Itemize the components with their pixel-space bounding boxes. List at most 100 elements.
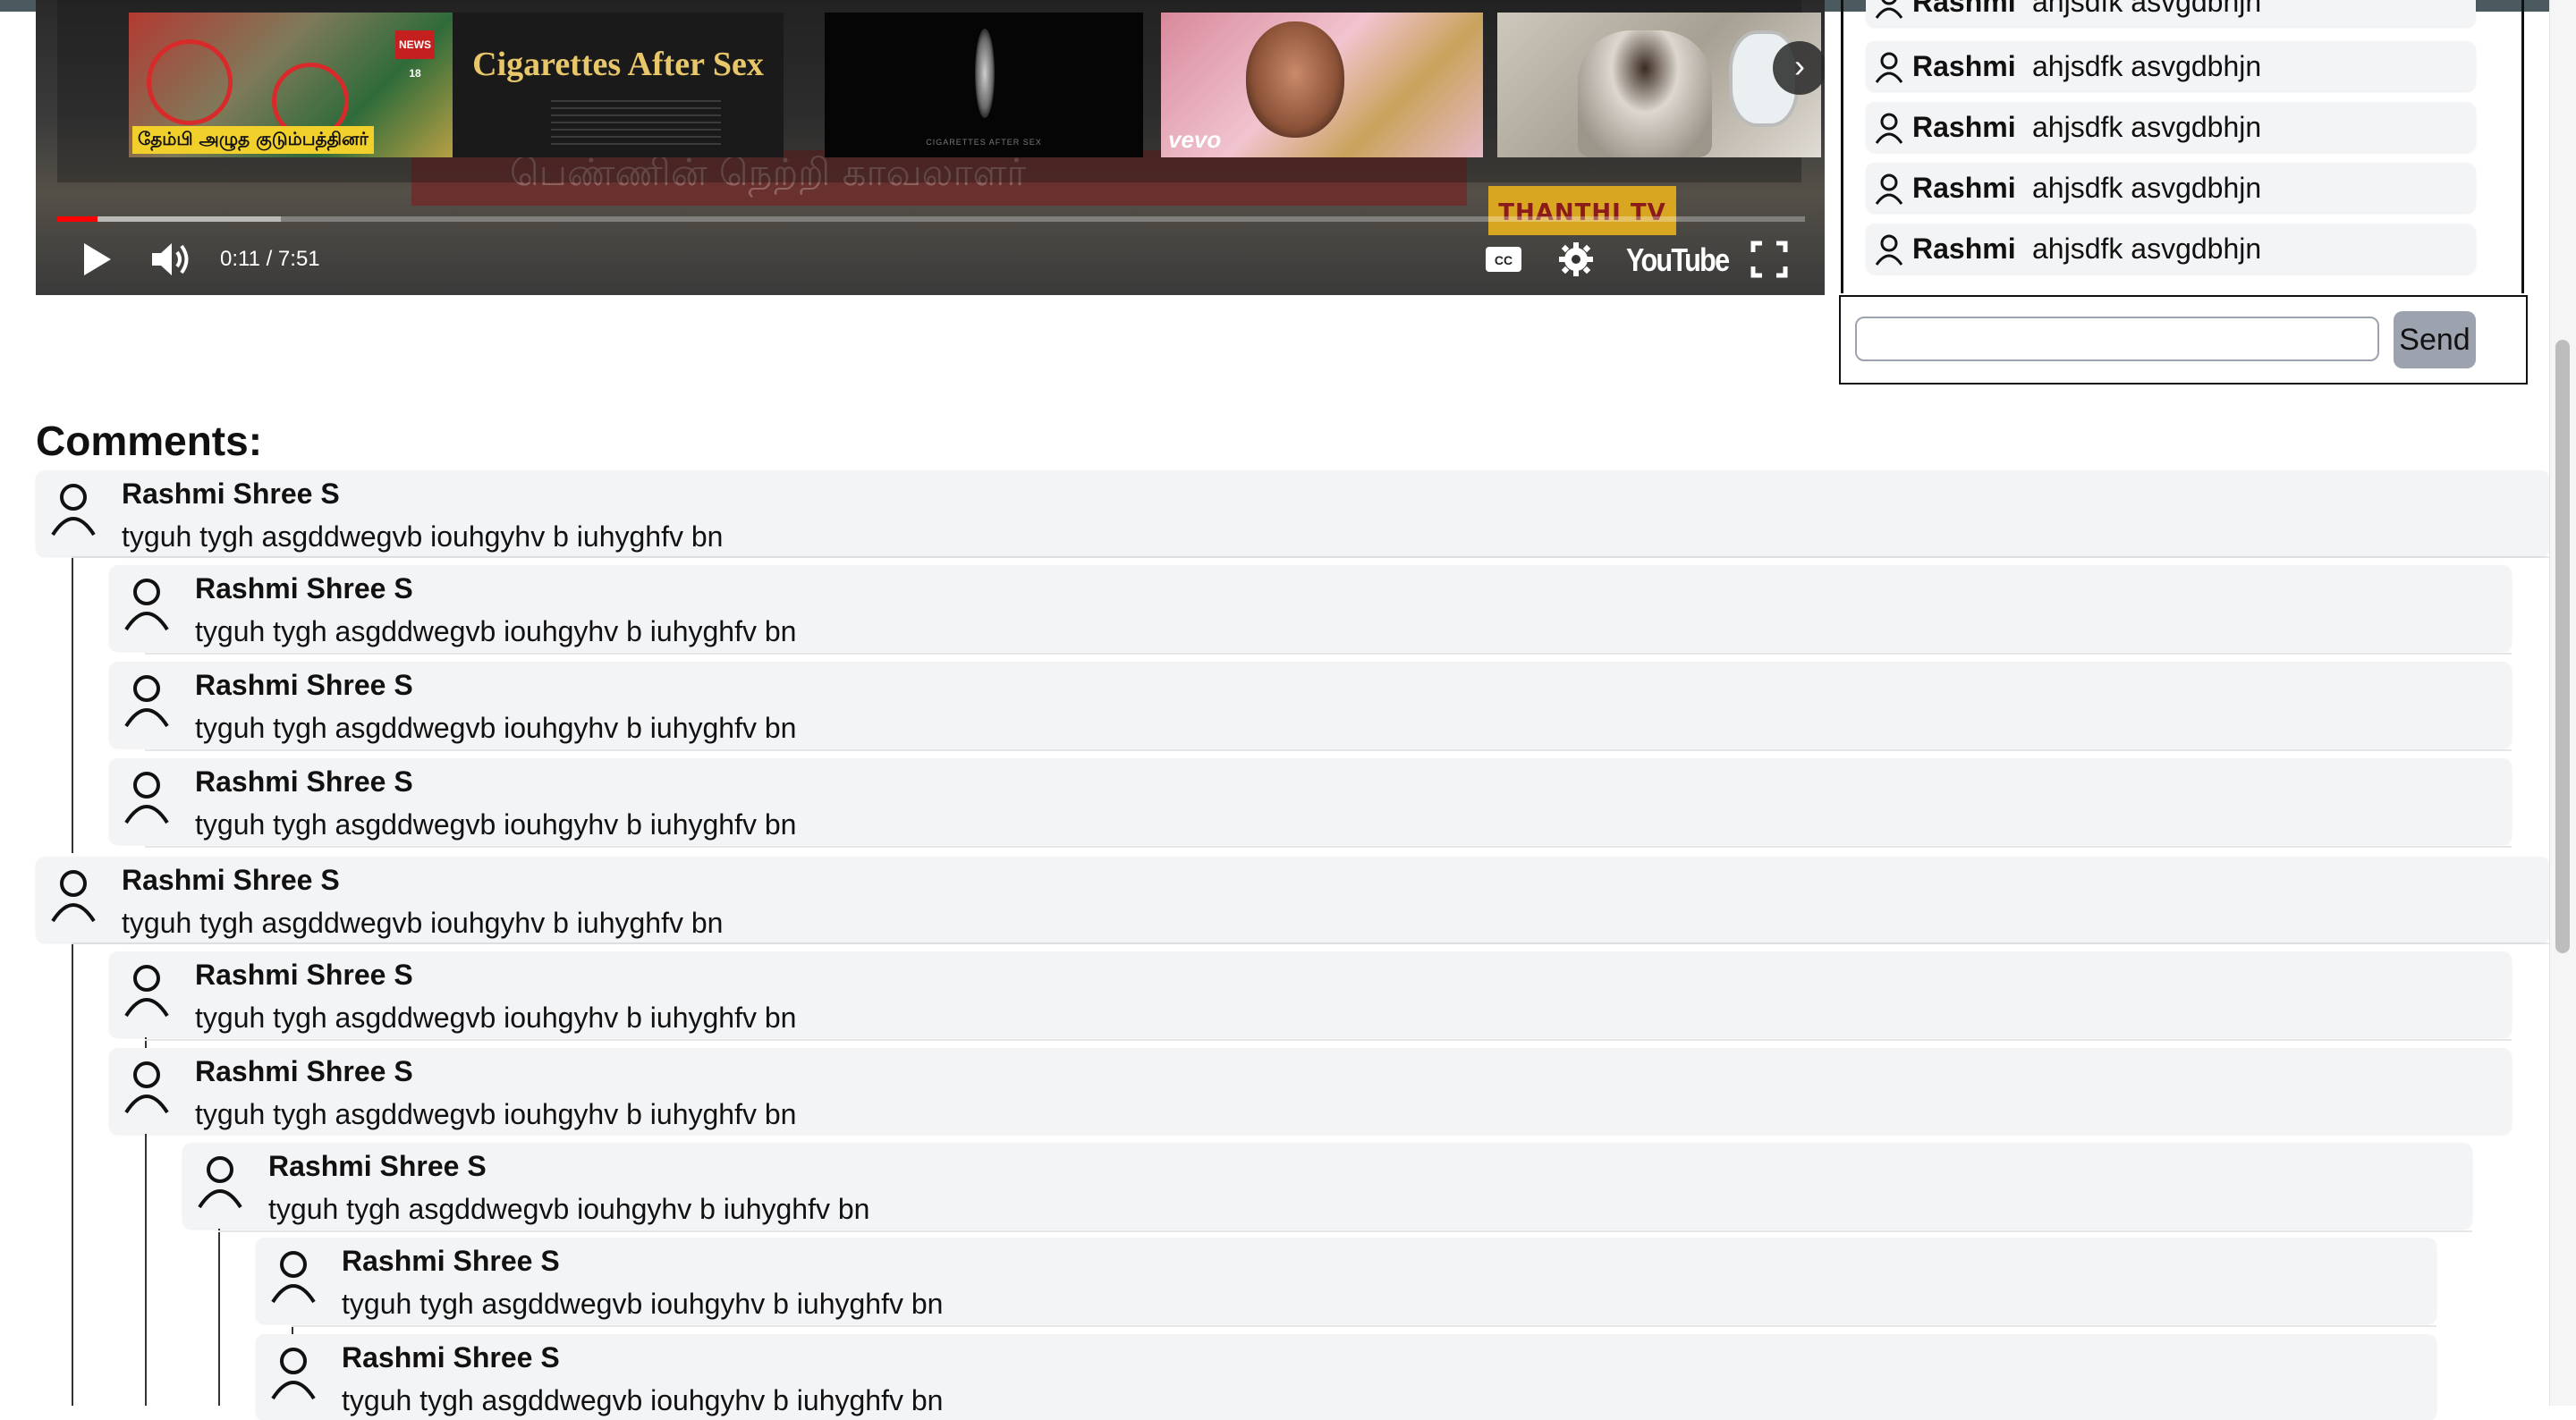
- user-icon: [271, 1251, 316, 1304]
- youtube-logo[interactable]: YouTube: [1626, 241, 1730, 279]
- comment-reply: Rashmi Shree S tyguh tygh asgddwegvb iou…: [256, 1238, 2436, 1323]
- channel-badge: THANTHI TV: [1488, 186, 1676, 235]
- comment-author: Rashmi Shree S: [195, 765, 413, 798]
- comment-text: tyguh tygh asgddwegvb iouhgyhv b iuhyghf…: [122, 907, 724, 939]
- chat-message: Rashmi ahjsdfk asvgdbhjn: [1866, 224, 2476, 274]
- chat-text: ahjsdfk asvgdbhjn: [2032, 50, 2262, 82]
- comment-reply: Rashmi Shree S tyguh tygh asgddwegvb iou…: [182, 1143, 2472, 1229]
- comment-text: tyguh tygh asgddwegvb iouhgyhv b iuhyghf…: [195, 712, 797, 744]
- endscreen-suggestions: NEWS 18 தேம்பி அழுத குடும்பத்தினர் Cigar…: [57, 0, 1821, 182]
- comment-item: Rashmi Shree S tyguh tygh asgddwegvb iou…: [36, 470, 2549, 556]
- comment-author: Rashmi Shree S: [195, 959, 413, 991]
- thread-divider: [72, 942, 2549, 944]
- progress-played: [57, 216, 97, 222]
- scrollbar-thumb[interactable]: [2555, 340, 2570, 953]
- comment-reply: Rashmi Shree S tyguh tygh asgddwegvb iou…: [109, 758, 2512, 844]
- thread-divider: [72, 556, 2549, 558]
- comment-reply: Rashmi Shree S tyguh tygh asgddwegvb iou…: [109, 662, 2512, 748]
- comment-text: tyguh tygh asgddwegvb iouhgyhv b iuhyghf…: [122, 520, 724, 553]
- chat-message: Rashmi ahjsdfk asvgdbhjn: [1866, 163, 2476, 213]
- thread-divider: [145, 846, 2512, 848]
- user-icon: [124, 965, 169, 1018]
- chat-username: Rashmi: [1912, 111, 2016, 143]
- comment-text: tyguh tygh asgddwegvb iouhgyhv b iuhyghf…: [268, 1193, 870, 1225]
- chat-text: ahjsdfk asvgdbhjn: [2032, 0, 2262, 18]
- chat-username: Rashmi: [1912, 50, 2016, 82]
- volume-icon[interactable]: [150, 240, 195, 279]
- comment-author: Rashmi Shree S: [342, 1245, 560, 1277]
- chat-message: Rashmi ahjsdfk asvgdbhjn: [1866, 41, 2476, 91]
- suggested-video-3[interactable]: CIGARETTES AFTER SEX: [825, 13, 1143, 157]
- comment-author: Rashmi Shree S: [195, 572, 413, 604]
- thread-divider: [145, 749, 2512, 751]
- comment-text: tyguh tygh asgddwegvb iouhgyhv b iuhyghf…: [342, 1384, 944, 1416]
- user-icon: [51, 870, 96, 923]
- comment-author: Rashmi Shree S: [122, 864, 340, 896]
- suggested-video-4[interactable]: vevo: [1161, 13, 1483, 157]
- thread-divider: [145, 1039, 2512, 1041]
- thumbnail-caption: தேம்பி அழுத குடும்பத்தினர்: [132, 126, 374, 154]
- comment-text: tyguh tygh asgddwegvb iouhgyhv b iuhyghf…: [195, 615, 797, 647]
- thread-line: [218, 1229, 220, 1406]
- suggested-video-1[interactable]: NEWS 18 தேம்பி அழுத குடும்பத்தினர்: [129, 13, 453, 157]
- chat-message: Rashmi ahjsdfk asvgdbhjn: [1866, 0, 2476, 27]
- chat-username: Rashmi: [1912, 0, 2016, 18]
- thumbnail-caption: CIGARETTES AFTER SEX: [926, 138, 1042, 147]
- comment-text: tyguh tygh asgddwegvb iouhgyhv b iuhyghf…: [195, 808, 797, 841]
- user-icon: [1875, 0, 1903, 19]
- user-icon: [124, 1061, 169, 1114]
- thumbnail-text-lines: [551, 100, 721, 145]
- thread-divider: [145, 653, 2512, 655]
- chat-text: ahjsdfk asvgdbhjn: [2032, 111, 2262, 143]
- comment-text: tyguh tygh asgddwegvb iouhgyhv b iuhyghf…: [195, 1098, 797, 1130]
- user-icon: [124, 772, 169, 824]
- user-icon: [271, 1348, 316, 1400]
- chat-username: Rashmi: [1912, 232, 2016, 265]
- chat-message-input[interactable]: [1855, 317, 2379, 361]
- chat-message-list[interactable]: Rashmi ahjsdfk asvgdbhjn Rashmi ahjsdfk …: [1857, 0, 2501, 284]
- time-display: 0:11 / 7:51: [220, 247, 320, 271]
- user-icon: [1875, 173, 1903, 205]
- thread-line: [72, 941, 73, 1406]
- chat-username: Rashmi: [1912, 172, 2016, 204]
- gear-icon[interactable]: [1558, 240, 1594, 279]
- comment-reply: Rashmi Shree S tyguh tygh asgddwegvb iou…: [109, 565, 2512, 651]
- progress-bar[interactable]: [57, 216, 1805, 222]
- fullscreen-icon[interactable]: [1750, 240, 1789, 279]
- user-icon: [124, 675, 169, 728]
- chat-text: ahjsdfk asvgdbhjn: [2032, 232, 2262, 265]
- comment-author: Rashmi Shree S: [268, 1150, 487, 1182]
- news-logo: NEWS 18: [395, 30, 435, 80]
- svg-text:CC: CC: [1495, 253, 1513, 267]
- suggested-video-5[interactable]: [1497, 13, 1821, 157]
- comment-author: Rashmi Shree S: [342, 1341, 560, 1374]
- send-button[interactable]: Send: [2394, 311, 2476, 368]
- comment-text: tyguh tygh asgddwegvb iouhgyhv b iuhyghf…: [195, 1002, 797, 1034]
- comment-author: Rashmi Shree S: [195, 1055, 413, 1087]
- user-icon: [1875, 52, 1903, 83]
- thumbnail-title: Cigarettes After Sex: [472, 46, 764, 83]
- user-icon: [51, 484, 96, 537]
- comment-reply: Rashmi Shree S tyguh tygh asgddwegvb iou…: [109, 951, 2512, 1037]
- user-icon: [198, 1156, 242, 1209]
- chevron-right-icon[interactable]: ›: [1773, 41, 1825, 95]
- comment-text: tyguh tygh asgddwegvb iouhgyhv b iuhyghf…: [342, 1288, 944, 1320]
- comment-author: Rashmi Shree S: [122, 478, 340, 510]
- user-icon: [1875, 113, 1903, 144]
- comments-heading: Comments:: [36, 418, 263, 464]
- captions-icon[interactable]: CC: [1485, 240, 1522, 279]
- comment-item: Rashmi Shree S tyguh tygh asgddwegvb iou…: [36, 857, 2549, 942]
- thread-line: [72, 554, 73, 853]
- play-icon[interactable]: [79, 240, 114, 279]
- chat-message: Rashmi ahjsdfk asvgdbhjn: [1866, 102, 2476, 152]
- highlight-circle: [147, 39, 233, 125]
- comment-author: Rashmi Shree S: [195, 669, 413, 701]
- user-icon: [124, 579, 169, 631]
- thumbnail-person: [1578, 30, 1712, 157]
- suggested-video-2[interactable]: Cigarettes After Sex: [453, 13, 784, 157]
- vevo-logo: vevo: [1168, 126, 1222, 153]
- user-icon: [1875, 234, 1903, 266]
- chat-text: ahjsdfk asvgdbhjn: [2032, 172, 2262, 204]
- smoke-graphic: [975, 29, 995, 118]
- thread-divider: [292, 1325, 2436, 1327]
